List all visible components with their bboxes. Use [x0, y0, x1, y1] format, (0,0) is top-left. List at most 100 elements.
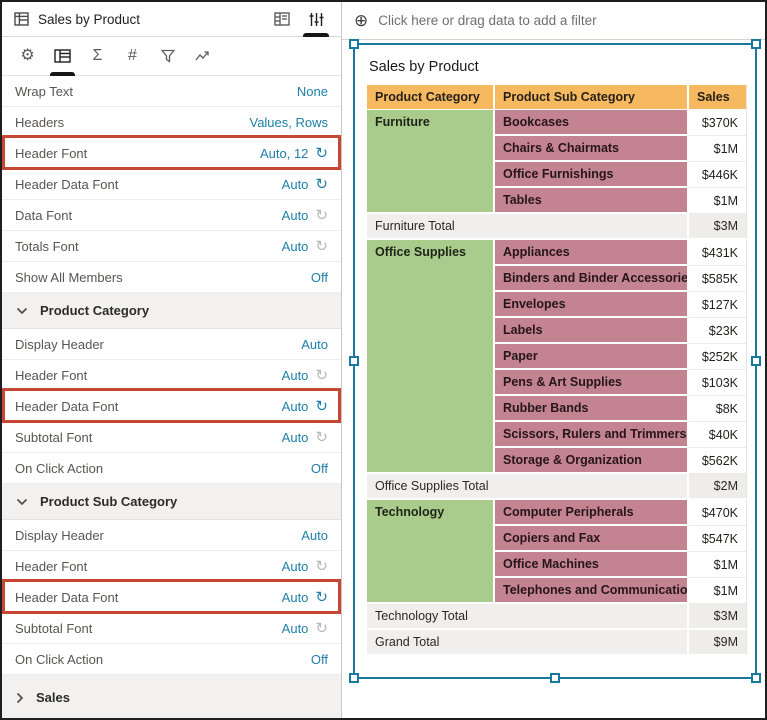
- selected-visualization[interactable]: Sales by Product Product CategoryProduct…: [353, 43, 757, 679]
- property-value[interactable]: Auto: [282, 399, 309, 414]
- tab-table-layout-icon[interactable]: [45, 37, 80, 75]
- grand-total-label-cell[interactable]: Grand Total: [367, 630, 689, 656]
- subcategory-cell[interactable]: Office Machines: [495, 552, 689, 578]
- subtotal-value-cell[interactable]: $3M: [689, 214, 747, 240]
- column-header-sales[interactable]: Sales: [689, 85, 747, 110]
- subcategory-cell[interactable]: Bookcases: [495, 110, 689, 136]
- subcategory-cell[interactable]: Envelopes: [495, 292, 689, 318]
- sales-value-cell[interactable]: $1M: [689, 136, 747, 162]
- subtotal-value-cell[interactable]: $3M: [689, 604, 747, 630]
- add-filter-icon[interactable]: ⊕: [354, 12, 368, 29]
- sales-value-cell[interactable]: $8K: [689, 396, 747, 422]
- property-value[interactable]: Values, Rows: [249, 115, 328, 130]
- property-value[interactable]: Auto: [301, 528, 328, 543]
- column-header-product-category[interactable]: Product Category: [367, 85, 495, 110]
- subcategory-cell[interactable]: Labels: [495, 318, 689, 344]
- property-row-header-data-font[interactable]: Header Data FontAuto↻: [2, 391, 341, 422]
- sales-value-cell[interactable]: $23K: [689, 318, 747, 344]
- subcategory-cell[interactable]: Rubber Bands: [495, 396, 689, 422]
- sales-value-cell[interactable]: $1M: [689, 578, 747, 604]
- resize-handle-mid-right[interactable]: [751, 356, 761, 366]
- subcategory-cell[interactable]: Paper: [495, 344, 689, 370]
- subtotal-value-cell[interactable]: $2M: [689, 474, 747, 500]
- property-value[interactable]: Auto: [282, 590, 309, 605]
- sales-value-cell[interactable]: $1M: [689, 188, 747, 214]
- sales-value-cell[interactable]: $431K: [689, 240, 747, 266]
- subcategory-cell[interactable]: Tables: [495, 188, 689, 214]
- subtotal-label-cell[interactable]: Office Supplies Total: [367, 474, 689, 500]
- property-row-display-header[interactable]: Display HeaderAuto: [2, 520, 341, 551]
- sales-value-cell[interactable]: $562K: [689, 448, 747, 474]
- resize-handle-top-right[interactable]: [751, 39, 761, 49]
- property-value[interactable]: Auto: [282, 208, 309, 223]
- resize-handle-bottom-right[interactable]: [751, 673, 761, 683]
- sales-value-cell[interactable]: $585K: [689, 266, 747, 292]
- property-row-display-header[interactable]: Display HeaderAuto: [2, 329, 341, 360]
- property-value[interactable]: Auto: [282, 239, 309, 254]
- properties-sliders-icon[interactable]: [301, 2, 331, 36]
- subcategory-cell[interactable]: Copiers and Fax: [495, 526, 689, 552]
- subtotal-label-cell[interactable]: Technology Total: [367, 604, 689, 630]
- resize-handle-top-left[interactable]: [349, 39, 359, 49]
- property-value[interactable]: Off: [311, 652, 328, 667]
- reset-icon[interactable]: ↻: [315, 146, 328, 161]
- filter-bar[interactable]: ⊕ Click here or drag data to add a filte…: [342, 2, 765, 40]
- resize-handle-mid-left[interactable]: [349, 356, 359, 366]
- property-row-header-data-font[interactable]: Header Data FontAuto↻: [2, 582, 341, 613]
- property-row-header-data-font[interactable]: Header Data FontAuto↻: [2, 169, 341, 200]
- property-row-wrap-text[interactable]: Wrap TextNone: [2, 76, 341, 107]
- section-header-product-sub-category[interactable]: Product Sub Category: [2, 484, 341, 520]
- sales-value-cell[interactable]: $127K: [689, 292, 747, 318]
- subcategory-cell[interactable]: Pens & Art Supplies: [495, 370, 689, 396]
- sales-value-cell[interactable]: $446K: [689, 162, 747, 188]
- subcategory-cell[interactable]: Telephones and Communication: [495, 578, 689, 604]
- sales-value-cell[interactable]: $470K: [689, 500, 747, 526]
- tab-number-format-icon[interactable]: #: [115, 37, 150, 75]
- category-cell[interactable]: Furniture: [367, 110, 495, 214]
- sales-value-cell[interactable]: $103K: [689, 370, 747, 396]
- tab-analytics-trend-icon[interactable]: [185, 37, 220, 75]
- tab-totals-sigma-icon[interactable]: Σ: [80, 37, 115, 75]
- property-row-subtotal-font[interactable]: Subtotal FontAuto↻: [2, 613, 341, 644]
- reset-icon[interactable]: ↻: [315, 399, 328, 414]
- subcategory-cell[interactable]: Computer Peripherals: [495, 500, 689, 526]
- category-cell[interactable]: Technology: [367, 500, 495, 604]
- property-value[interactable]: Off: [311, 461, 328, 476]
- sales-value-cell[interactable]: $252K: [689, 344, 747, 370]
- property-row-on-click-action[interactable]: On Click ActionOff: [2, 644, 341, 675]
- property-row-data-font[interactable]: Data FontAuto↻: [2, 200, 341, 231]
- sales-value-cell[interactable]: $1M: [689, 552, 747, 578]
- property-value[interactable]: None: [297, 84, 328, 99]
- property-row-totals-font[interactable]: Totals FontAuto↻: [2, 231, 341, 262]
- property-row-header-font[interactable]: Header FontAuto, 12↻: [2, 138, 341, 169]
- property-row-subtotal-font[interactable]: Subtotal FontAuto↻: [2, 422, 341, 453]
- subcategory-cell[interactable]: Office Furnishings: [495, 162, 689, 188]
- property-value[interactable]: Auto: [282, 621, 309, 636]
- column-header-product-sub-category[interactable]: Product Sub Category: [495, 85, 689, 110]
- subcategory-cell[interactable]: Scissors, Rulers and Trimmers: [495, 422, 689, 448]
- reset-icon[interactable]: ↻: [315, 590, 328, 605]
- resize-handle-bottom-left[interactable]: [349, 673, 359, 683]
- reset-icon[interactable]: ↻: [315, 177, 328, 192]
- property-value[interactable]: Auto: [282, 430, 309, 445]
- property-row-header-font[interactable]: Header FontAuto↻: [2, 551, 341, 582]
- property-value[interactable]: Auto: [282, 559, 309, 574]
- tab-general-gear-icon[interactable]: ⚙: [10, 37, 45, 75]
- property-value[interactable]: Auto: [282, 177, 309, 192]
- subcategory-cell[interactable]: Binders and Binder Accessories: [495, 266, 689, 292]
- section-header-sales[interactable]: Sales: [2, 675, 341, 718]
- grammar-panel-icon[interactable]: [267, 2, 297, 36]
- subcategory-cell[interactable]: Appliances: [495, 240, 689, 266]
- property-row-on-click-action[interactable]: On Click ActionOff: [2, 453, 341, 484]
- property-value[interactable]: Auto: [282, 368, 309, 383]
- property-row-headers[interactable]: HeadersValues, Rows: [2, 107, 341, 138]
- property-value[interactable]: Auto, 12: [260, 146, 308, 161]
- category-cell[interactable]: Office Supplies: [367, 240, 495, 474]
- property-value[interactable]: Off: [311, 270, 328, 285]
- subcategory-cell[interactable]: Chairs & Chairmats: [495, 136, 689, 162]
- property-row-show-all-members[interactable]: Show All MembersOff: [2, 262, 341, 293]
- sales-value-cell[interactable]: $370K: [689, 110, 747, 136]
- sales-value-cell[interactable]: $547K: [689, 526, 747, 552]
- subtotal-label-cell[interactable]: Furniture Total: [367, 214, 689, 240]
- property-row-header-font[interactable]: Header FontAuto↻: [2, 360, 341, 391]
